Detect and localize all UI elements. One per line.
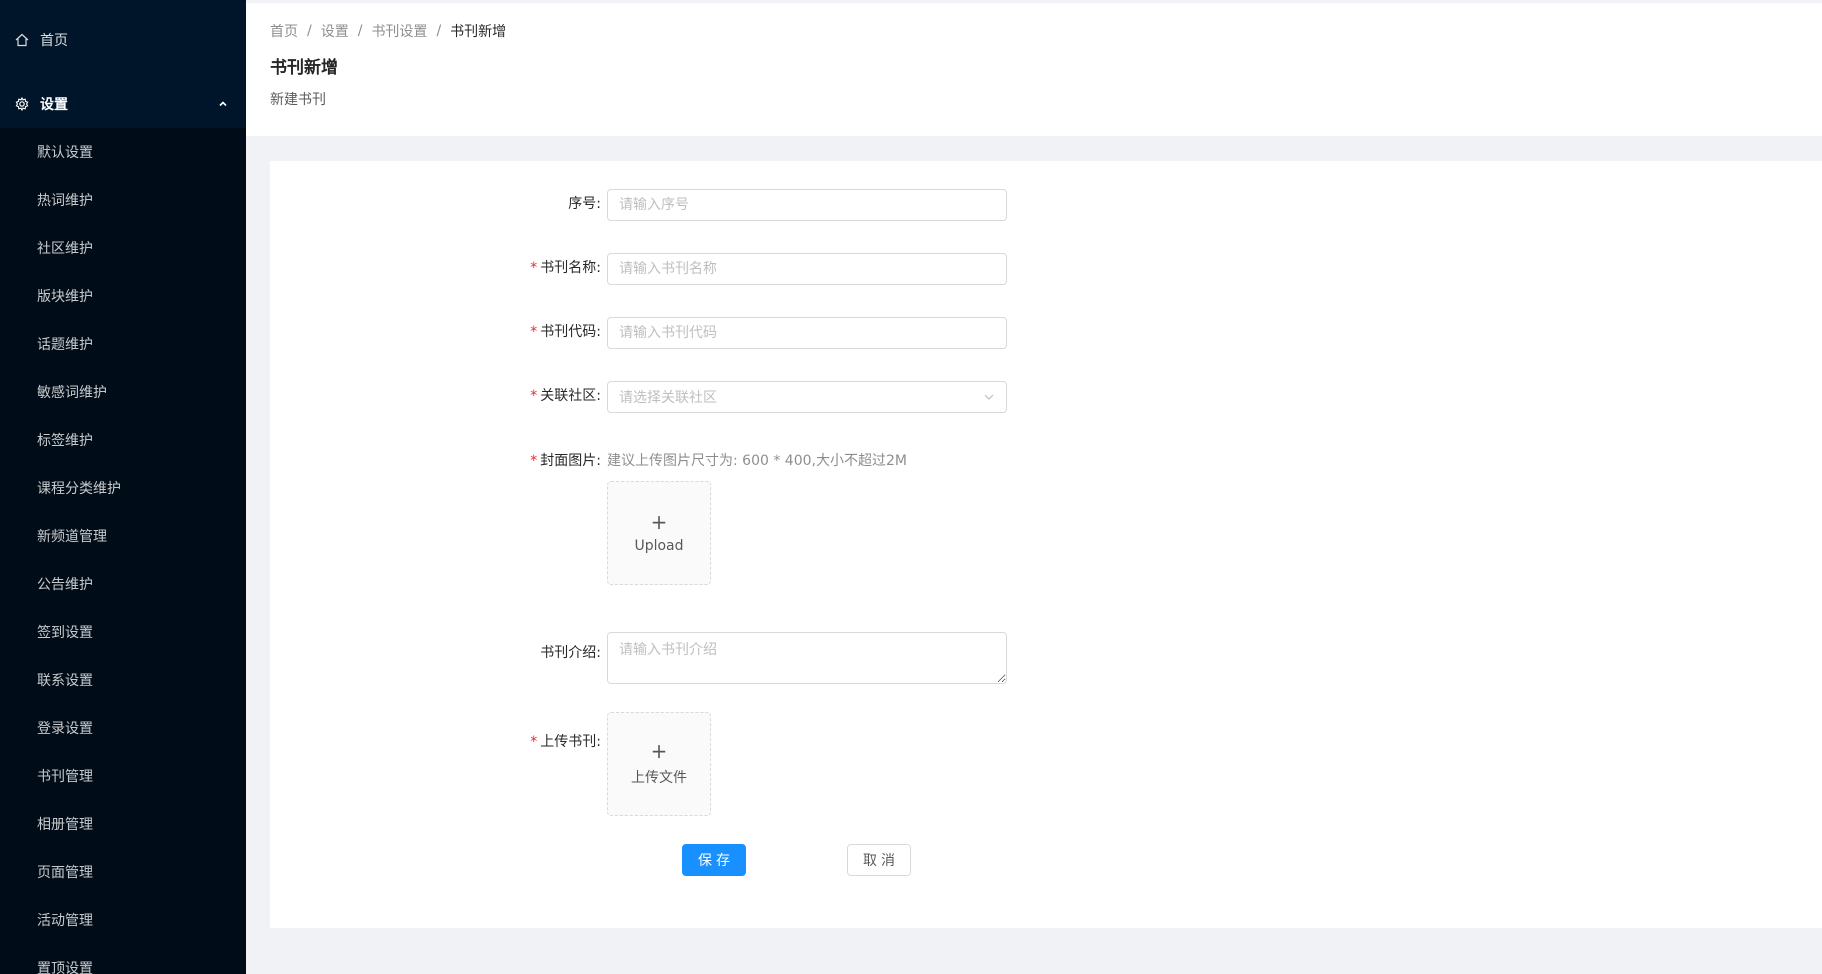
required-mark: * <box>530 324 538 340</box>
sidebar-item-label: 活动管理 <box>37 913 93 929</box>
community-label-text: 关联社区: <box>540 388 601 404</box>
breadcrumb-home[interactable]: 首页 <box>270 21 298 41</box>
file-label-text: 上传书刊: <box>540 734 601 750</box>
required-mark: * <box>530 453 538 469</box>
save-button[interactable]: 保存 <box>682 844 746 876</box>
intro-label: 书刊介绍: <box>451 642 601 662</box>
sidebar: 首页 设置 默认设置 热词维护 社区维护 版块维护 话题维护 敏感词维护 标签维… <box>0 0 246 974</box>
gear-icon <box>15 96 31 112</box>
cover-upload-label: Upload <box>634 538 684 554</box>
sidebar-item-sensitive-words[interactable]: 敏感词维护 <box>0 368 246 416</box>
sidebar-item-pin[interactable]: 置顶设置 <box>0 944 246 974</box>
book-name-input[interactable] <box>607 253 1007 285</box>
sidebar-item-hotwords[interactable]: 热词维护 <box>0 176 246 224</box>
sidebar-item-announcement[interactable]: 公告维护 <box>0 560 246 608</box>
community-label: * 关联社区: <box>451 385 601 405</box>
sidebar-item-label: 签到设置 <box>37 625 93 641</box>
community-select[interactable]: 请选择关联社区 <box>607 381 1007 413</box>
submenu: 默认设置 热词维护 社区维护 版块维护 话题维护 敏感词维护 标签维护 课程分类… <box>0 128 246 974</box>
sidebar-item-books[interactable]: 书刊管理 <box>0 752 246 800</box>
sidebar-item-section[interactable]: 版块维护 <box>0 272 246 320</box>
sidebar-item-label: 版块维护 <box>37 289 93 305</box>
seq-label: 序号: <box>451 193 601 213</box>
sidebar-item-default-settings[interactable]: 默认设置 <box>0 128 246 176</box>
chevron-up-icon <box>218 99 228 109</box>
required-mark: * <box>530 388 538 404</box>
cancel-button[interactable]: 取消 <box>847 844 911 876</box>
required-mark: * <box>530 734 538 750</box>
cover-upload[interactable]: + Upload <box>607 481 711 585</box>
code-label: * 书刊代码: <box>451 321 601 341</box>
seq-label-text: 序号: <box>568 196 601 212</box>
breadcrumb-settings[interactable]: 设置 <box>321 21 349 41</box>
sidebar-item-course-category[interactable]: 课程分类维护 <box>0 464 246 512</box>
sidebar-item-label: 联系设置 <box>37 673 93 689</box>
sidebar-item-checkin[interactable]: 签到设置 <box>0 608 246 656</box>
cover-label: * 封面图片: <box>451 450 601 470</box>
book-code-input[interactable] <box>607 317 1007 349</box>
sidebar-group-settings[interactable]: 设置 <box>0 80 246 128</box>
cover-hint: 建议上传图片尺寸为: 600 * 400,大小不超过2M <box>607 453 907 469</box>
sidebar-item-label: 书刊管理 <box>37 769 93 785</box>
home-icon <box>15 32 31 48</box>
sidebar-item-label: 标签维护 <box>37 433 93 449</box>
sidebar-item-community[interactable]: 社区维护 <box>0 224 246 272</box>
page-title: 书刊新增 <box>270 58 338 78</box>
breadcrumb-separator: / <box>307 23 312 39</box>
plus-icon: + <box>650 739 668 763</box>
breadcrumb-separator: / <box>436 23 442 39</box>
sidebar-group-label: 设置 <box>40 97 68 113</box>
book-file-upload[interactable]: + 上传文件 <box>607 712 711 816</box>
form-card: 序号: *书刊名称: *书刊代码: *关联社区: 请选择关联社区 *封面图片: … <box>270 161 1822 928</box>
sidebar-item-label: 话题维护 <box>37 337 93 353</box>
required-mark: * <box>530 260 538 276</box>
sidebar-item-home[interactable]: 首页 <box>0 0 246 80</box>
sidebar-item-label: 热词维护 <box>37 193 93 209</box>
code-label-text: 书刊代码: <box>540 324 601 340</box>
sidebar-item-label: 公告维护 <box>37 577 93 593</box>
sidebar-item-tags[interactable]: 标签维护 <box>0 416 246 464</box>
sidebar-item-albums[interactable]: 相册管理 <box>0 800 246 848</box>
name-label-text: 书刊名称: <box>540 260 601 276</box>
file-label: * 上传书刊: <box>451 731 601 751</box>
sidebar-item-label: 置顶设置 <box>37 961 93 974</box>
plus-icon: + <box>650 510 668 534</box>
sidebar-item-label: 课程分类维护 <box>37 481 121 497</box>
sidebar-item-login[interactable]: 登录设置 <box>0 704 246 752</box>
sidebar-item-contact[interactable]: 联系设置 <box>0 656 246 704</box>
sidebar-item-label: 默认设置 <box>37 145 93 161</box>
sidebar-item-activities[interactable]: 活动管理 <box>0 896 246 944</box>
sidebar-item-topic[interactable]: 话题维护 <box>0 320 246 368</box>
breadcrumb: 首页 / 设置 / 书刊设置 / 书刊新增 <box>270 21 506 41</box>
breadcrumb-current: 书刊新增 <box>450 24 507 40</box>
sidebar-item-label: 敏感词维护 <box>37 385 107 401</box>
name-label: * 书刊名称: <box>451 257 601 277</box>
page-description: 新建书刊 <box>270 92 326 108</box>
breadcrumb-book-settings[interactable]: 书刊设置 <box>371 21 427 41</box>
sidebar-item-label: 页面管理 <box>37 865 93 881</box>
intro-label-text: 书刊介绍: <box>540 645 601 661</box>
sidebar-item-label: 相册管理 <box>37 817 93 833</box>
cover-label-text: 封面图片: <box>540 453 601 469</box>
sidebar-item-label: 社区维护 <box>37 241 93 257</box>
sidebar-item-label: 登录设置 <box>37 721 93 737</box>
book-intro-textarea[interactable] <box>607 632 1007 684</box>
sidebar-item-new-channel[interactable]: 新频道管理 <box>0 512 246 560</box>
chevron-down-icon <box>983 391 995 407</box>
sidebar-item-label: 首页 <box>40 33 68 49</box>
page-header: 首页 / 设置 / 书刊设置 / 书刊新增 书刊新增 新建书刊 <box>246 0 1822 136</box>
breadcrumb-separator: / <box>357 23 363 39</box>
sidebar-item-pages[interactable]: 页面管理 <box>0 848 246 896</box>
file-upload-label: 上传文件 <box>631 770 687 786</box>
sidebar-item-label: 新频道管理 <box>37 529 107 545</box>
community-select-placeholder: 请选择关联社区 <box>619 390 717 406</box>
seq-input[interactable] <box>607 189 1007 221</box>
